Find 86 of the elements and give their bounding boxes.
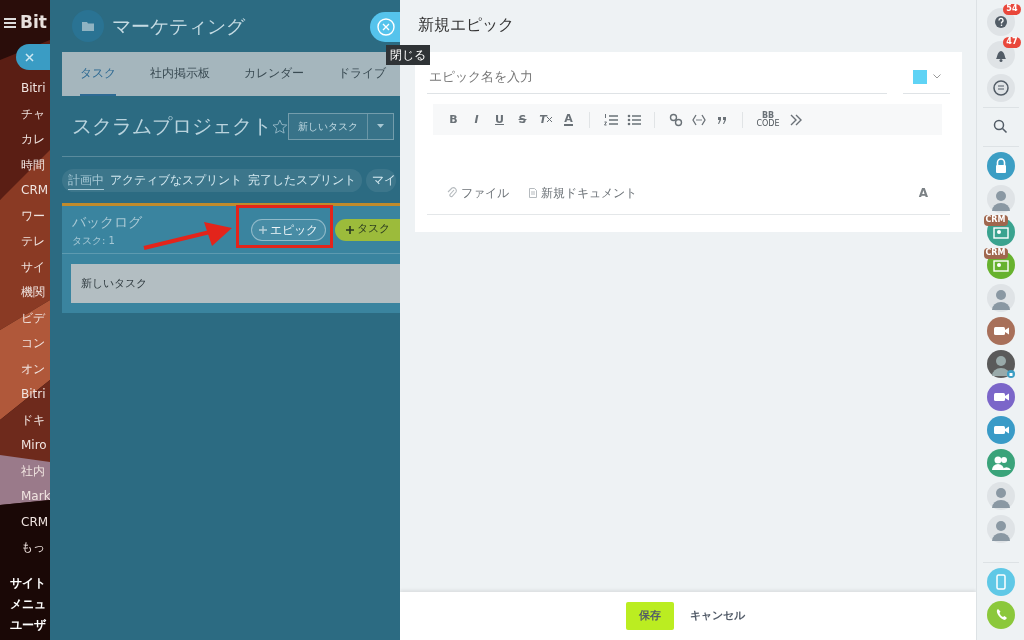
plus-icon: [345, 225, 354, 234]
clear-format-button[interactable]: T: [537, 109, 554, 130]
tooltip: 閉じる: [386, 45, 430, 65]
more-icon[interactable]: [788, 112, 803, 127]
group-icon[interactable]: [986, 449, 1015, 477]
menu-item[interactable]: Miro: [4, 433, 50, 459]
menu-item[interactable]: カレ: [4, 127, 50, 153]
footer-link[interactable]: ユーザ: [4, 614, 50, 636]
tab[interactable]: ドライブ: [338, 52, 386, 96]
menu-item[interactable]: Bitri: [4, 382, 50, 408]
tab[interactable]: カレンダー: [244, 52, 304, 96]
plus-icon: [259, 225, 267, 234]
menu-item[interactable]: Bitri: [4, 76, 50, 102]
underline-button[interactable]: U: [491, 109, 508, 130]
menu-item[interactable]: もっ: [4, 535, 50, 561]
avatar-icon[interactable]: [986, 185, 1015, 213]
menu-item[interactable]: 社内: [4, 458, 50, 484]
text-color-button[interactable]: A: [560, 109, 577, 130]
video-icon[interactable]: [986, 317, 1015, 345]
video-icon[interactable]: [986, 383, 1015, 411]
panel-title: マーケティング: [112, 13, 245, 39]
project-title: スクラムプロジェクト: [72, 113, 272, 140]
logo-text: Bit: [20, 11, 47, 35]
menu-item[interactable]: ビデ: [4, 305, 50, 331]
menu-item[interactable]: Mark: [4, 484, 50, 510]
new-task-button[interactable]: 新しいタスク: [287, 112, 394, 140]
cancel-button[interactable]: キャンセル: [683, 607, 751, 625]
bbcode-button[interactable]: BB CODE: [755, 109, 781, 130]
tab[interactable]: タスク: [80, 52, 116, 96]
new-document-button[interactable]: 新規ドキュメント: [529, 183, 637, 202]
code-icon[interactable]: [691, 112, 706, 127]
close-icon: [546, 117, 552, 122]
count-badge: 47: [1003, 37, 1021, 48]
filter-tab[interactable]: アクティブなスプリント: [110, 171, 242, 190]
menu-item[interactable]: 時間: [4, 152, 50, 178]
attach-file-button[interactable]: ファイル: [447, 183, 509, 202]
folder-icon: [72, 10, 104, 42]
caret-icon: [377, 124, 384, 128]
star-icon[interactable]: [272, 118, 288, 134]
task-card[interactable]: 新しいタスク: [71, 264, 400, 303]
add-epic-button[interactable]: エピック: [251, 218, 326, 241]
filter-tab[interactable]: 完了したスプリント: [248, 171, 356, 190]
menu-item[interactable]: テレ: [4, 229, 50, 255]
crm-badge: CRM: [983, 215, 1008, 226]
add-task-button[interactable]: タスク: [335, 218, 400, 241]
form-title: 新規エピック: [417, 14, 515, 36]
paperclip-icon: [447, 187, 457, 198]
filter-tab[interactable]: 計画中: [68, 171, 104, 190]
italic-button[interactable]: I: [468, 109, 485, 130]
crm-badge: CRM: [983, 248, 1008, 259]
document-icon: [529, 187, 537, 198]
menu-item[interactable]: サイ: [4, 254, 50, 280]
chat-icon[interactable]: [986, 74, 1015, 102]
bullet-list-icon[interactable]: [626, 112, 641, 127]
menu-item[interactable]: オン: [4, 356, 50, 382]
avatar-icon[interactable]: [986, 284, 1015, 312]
menu-item[interactable]: コン: [4, 331, 50, 357]
save-button[interactable]: 保存: [625, 602, 674, 630]
chevron-icon: [932, 74, 941, 79]
close-button[interactable]: [370, 12, 400, 42]
lock-icon[interactable]: [986, 152, 1015, 180]
tab[interactable]: 社内掲示板: [150, 52, 210, 96]
format-toggle[interactable]: A: [918, 183, 928, 202]
video-icon[interactable]: [986, 416, 1015, 444]
bold-button[interactable]: B: [445, 109, 462, 130]
numbered-list-icon[interactable]: [603, 112, 618, 127]
footer-link[interactable]: サイト: [4, 572, 50, 594]
strikethrough-button[interactable]: S: [514, 109, 531, 130]
avatar-icon[interactable]: [986, 515, 1015, 543]
count-badge: 54: [1003, 4, 1021, 15]
menu-icon[interactable]: [4, 18, 16, 28]
menu-item[interactable]: CRM: [4, 509, 50, 535]
menu-item[interactable]: ドキ: [4, 407, 50, 433]
menu-item[interactable]: ワー: [4, 203, 50, 229]
avatar-icon[interactable]: [986, 482, 1015, 510]
menu-item[interactable]: 機関: [4, 280, 50, 306]
link-icon[interactable]: [668, 112, 683, 127]
close-icon: [377, 18, 395, 36]
backlog-title: バックログ: [72, 212, 142, 232]
filter-chip[interactable]: [16, 44, 50, 70]
menu-item[interactable]: チャ: [4, 101, 50, 127]
close-icon: [25, 52, 34, 62]
footer-link[interactable]: メニュ: [4, 593, 50, 615]
menu-item[interactable]: CRM: [4, 178, 50, 204]
avatar-icon[interactable]: [986, 350, 1015, 378]
task-count: タスク: 1: [72, 233, 116, 248]
